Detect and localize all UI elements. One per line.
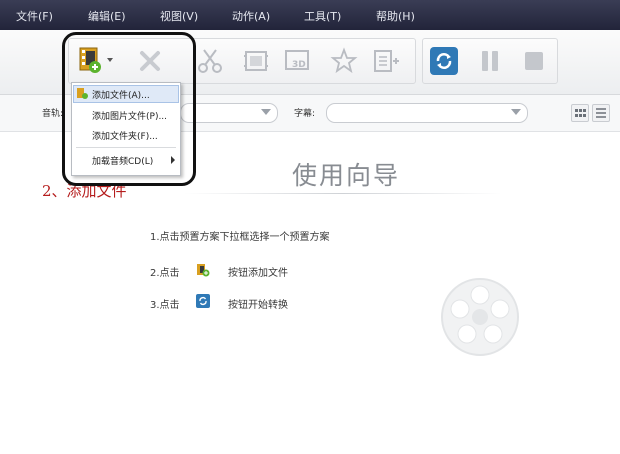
grid-view-button[interactable] <box>571 104 589 122</box>
menu-edit[interactable]: 编辑(E) <box>88 8 126 24</box>
merge-button[interactable] <box>371 45 401 77</box>
guide-step-1: 1.点击预置方案下拉框选择一个预置方案 <box>150 232 330 243</box>
3d-icon: 3D <box>285 50 309 70</box>
guide-step-3-prefix: 3.点击 <box>150 300 180 311</box>
menu-file[interactable]: 文件(F) <box>16 8 53 24</box>
pause-button[interactable] <box>475 45 505 77</box>
menu-help[interactable]: 帮助(H) <box>376 8 415 24</box>
guide-step-3-suffix: 按钮开始转换 <box>228 300 288 311</box>
crop-icon <box>244 51 268 71</box>
subtitle-label: 字幕: <box>294 109 316 119</box>
menu-view[interactable]: 视图(V) <box>160 8 198 24</box>
star-icon <box>330 47 358 74</box>
cut-button[interactable] <box>195 45 225 77</box>
convert-icon <box>196 294 210 308</box>
chevron-down-icon <box>511 109 521 115</box>
merge-icon <box>374 50 399 72</box>
scissors-icon <box>198 49 222 73</box>
subtitle-select[interactable] <box>326 103 528 123</box>
convert-button[interactable] <box>429 45 459 77</box>
list-view-icon <box>596 108 606 118</box>
audio-track-label: 音轨: <box>42 109 64 119</box>
stop-button[interactable] <box>519 45 549 77</box>
pause-icon <box>482 51 498 71</box>
film-add-icon <box>197 264 210 277</box>
menu-tools[interactable]: 工具(T) <box>304 8 341 24</box>
menu-bar: 文件(F) 编辑(E) 视图(V) 动作(A) 工具(T) 帮助(H) <box>0 0 620 30</box>
film-reel-icon <box>441 278 519 356</box>
stop-icon <box>525 52 543 70</box>
guide-step-2-suffix: 按钮添加文件 <box>228 268 288 279</box>
crop-button[interactable] <box>241 45 271 77</box>
svg-text:3D: 3D <box>292 60 306 70</box>
chevron-down-icon <box>261 109 271 115</box>
3d-button[interactable]: 3D <box>283 45 313 77</box>
highlight-box <box>62 32 196 186</box>
convert-tool-group <box>422 38 558 84</box>
guide-step-2-prefix: 2.点击 <box>150 268 180 279</box>
list-view-button[interactable] <box>592 104 610 122</box>
guide-divider <box>184 193 502 194</box>
guide-title: 使用向导 <box>292 161 401 190</box>
effect-button[interactable] <box>329 45 359 77</box>
convert-icon <box>430 47 458 75</box>
menu-action[interactable]: 动作(A) <box>232 8 270 24</box>
grid-view-icon <box>575 109 586 117</box>
